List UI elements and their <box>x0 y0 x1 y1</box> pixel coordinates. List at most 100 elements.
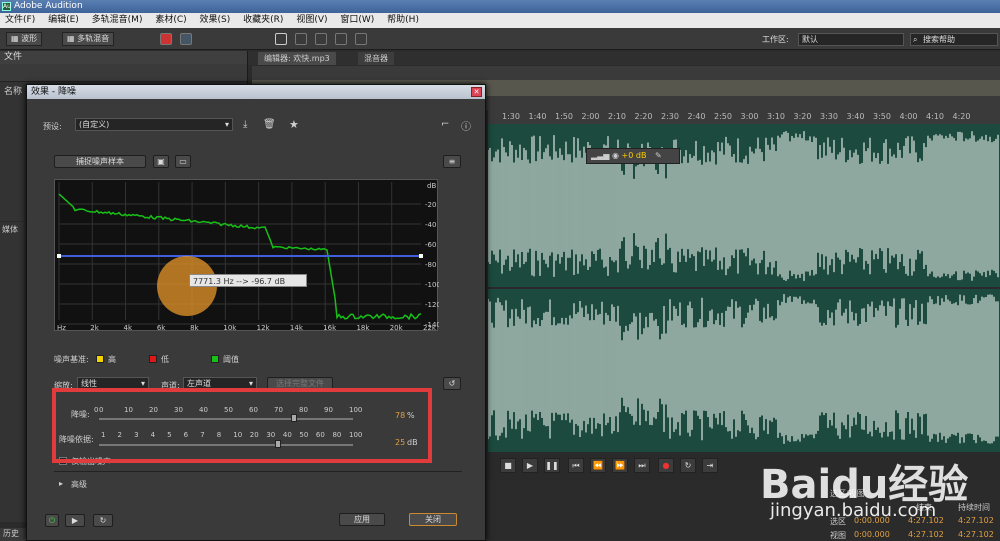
y-tick-label: -40 <box>425 221 436 229</box>
menu-multitrack[interactable]: 多轨混音(M) <box>92 15 143 25</box>
waveform-display[interactable] <box>488 124 1000 452</box>
legend-low-swatch <box>149 355 157 363</box>
power-toggle-icon[interactable]: ⏻ <box>45 514 59 527</box>
timeline-mark: 3:40 <box>846 112 865 121</box>
spot-healing-icon[interactable] <box>355 33 367 45</box>
menu-edit[interactable]: 编辑(E) <box>48 15 79 25</box>
volume-knob-icon[interactable]: ◉ <box>612 151 619 160</box>
x-tick-label: 10k <box>223 324 237 332</box>
menu-favorites[interactable]: 收藏夹(R) <box>243 15 283 25</box>
close-button[interactable]: 关闭 <box>409 513 457 526</box>
timeline-mark: 3:50 <box>873 112 891 121</box>
timeline-mark: 2:30 <box>661 112 679 121</box>
timeline-mark: 3:30 <box>820 112 838 121</box>
delete-preset-icon[interactable]: 🗑 <box>263 119 276 130</box>
row-view: 视图 <box>830 531 846 540</box>
brush-tool-icon[interactable] <box>335 33 347 45</box>
fast-forward-button[interactable]: ⏩ <box>612 458 628 473</box>
files-toolbar <box>0 64 247 82</box>
dialog-title-bar[interactable]: 效果 - 降噪 ✕ <box>27 85 485 99</box>
noise-reduction-dialog: 效果 - 降噪 ✕ 预设: (自定义) ▾ ⤓ 🗑 ★ ⌐ ⓘ 捕捉噪声样本 ▣… <box>26 84 486 541</box>
loop-button[interactable]: ↻ <box>680 458 696 473</box>
tab-editor[interactable]: 编辑器: 欢快.mp3 <box>258 52 336 65</box>
pin-icon[interactable]: ✎ <box>655 151 662 160</box>
menu-view[interactable]: 视图(V) <box>296 15 327 25</box>
timeline-mark: 3:10 <box>767 112 785 121</box>
graph-tooltip: 7771.3 Hz --> -96.7 dB <box>189 274 307 287</box>
help-search-input[interactable]: ⌕ 搜索帮助 <box>910 33 998 46</box>
rewind-button[interactable]: ⏪ <box>590 458 606 473</box>
workspace-label: 工作区: <box>762 35 789 44</box>
workspace-select[interactable]: 默认 <box>798 33 904 46</box>
save-preset-icon[interactable]: ⤓ <box>243 119 247 130</box>
x-tick-label: 20k <box>390 324 404 332</box>
close-icon[interactable]: ✕ <box>471 87 482 97</box>
expand-advanced-icon[interactable]: ▸ <box>59 479 63 488</box>
preset-select[interactable]: (自定义) ▾ <box>75 118 233 131</box>
media-panel-title: 媒体 <box>2 225 18 234</box>
play-button[interactable]: ▶ <box>522 458 538 473</box>
view-end[interactable]: 4:27.102 <box>908 530 944 539</box>
view-start[interactable]: 0:00.000 <box>854 530 890 539</box>
capture-noise-print-button[interactable]: 捕捉噪声样本 <box>54 155 146 168</box>
timeline-mark: 4:10 <box>926 112 944 121</box>
timeline-ruler[interactable]: 1:30 1:40 1:50 2:00 2:10 2:20 2:30 2:40 2:50 3:00… <box>488 110 1000 124</box>
x-tick-label: 12k <box>257 324 271 332</box>
marquee-tool-icon[interactable] <box>295 33 307 45</box>
y-tick-label: -20 <box>425 201 436 209</box>
timeline-mark: 3:20 <box>793 112 812 121</box>
highlight-annotation-box <box>52 388 432 463</box>
graph-options-icon[interactable]: ≡ <box>443 155 461 168</box>
legend-threshold-label: 阈值 <box>223 355 239 364</box>
y-tick-label: -120 <box>425 301 439 309</box>
skip-button[interactable]: ⇥ <box>702 458 718 473</box>
volume-hud[interactable]: ▂▃▅ ◉ +0 dB ✎ <box>586 148 680 164</box>
view-duration[interactable]: 4:27.102 <box>958 530 994 539</box>
panel-menu-icon[interactable]: ⌐ <box>441 119 449 130</box>
timeline-mark: 4:20 <box>952 112 971 121</box>
lasso-tool-icon[interactable] <box>315 33 327 45</box>
app-title: Adobe Audition <box>14 1 83 11</box>
pause-button[interactable]: ❚❚ <box>544 458 560 473</box>
y-tick-label: -100 <box>425 281 439 289</box>
tab-mixer[interactable]: 混音器 <box>358 52 394 65</box>
info-icon[interactable]: ⓘ <box>461 118 471 133</box>
favorite-star-icon[interactable]: ★ <box>289 118 299 131</box>
curve-control-point[interactable] <box>57 254 61 258</box>
multitrack-button[interactable]: ▦ 多轨混音 <box>62 32 115 46</box>
time-selection-tool-icon[interactable] <box>275 33 287 45</box>
curve-control-point[interactable] <box>419 254 423 258</box>
apply-button[interactable]: 应用 <box>339 513 385 526</box>
waveform-button[interactable]: ▦ 波形 <box>6 32 43 46</box>
history-tab[interactable]: 历史 <box>0 528 28 541</box>
files-panel-title: 文件 <box>0 51 247 64</box>
menu-file[interactable]: 文件(F) <box>5 15 35 25</box>
preview-loop-button[interactable]: ↻ <box>93 514 113 527</box>
preview-play-button[interactable]: ▶ <box>65 514 85 527</box>
menu-bar: 文件(F) 编辑(E) 多轨混音(M) 素材(C) 效果(S) 收藏夹(R) 视… <box>0 13 1000 28</box>
open-folder-icon[interactable]: ▭ <box>175 155 191 168</box>
menu-help[interactable]: 帮助(H) <box>387 15 419 25</box>
menu-effects[interactable]: 效果(S) <box>200 15 231 25</box>
dialog-title: 效果 - 降噪 <box>31 87 76 97</box>
noise-profile-graph[interactable]: -20 -40 -60 -80 -100 -120 -140 dB Hz 2k 4k 6k 8k 10k 1… <box>54 179 439 332</box>
save-noise-print-icon[interactable]: ▣ <box>153 155 169 168</box>
selection-duration[interactable]: 4:27.102 <box>958 516 994 525</box>
pitch-view-icon[interactable] <box>180 33 192 45</box>
timeline-mark: 1:50 <box>555 112 573 121</box>
menu-clip[interactable]: 素材(C) <box>155 15 186 25</box>
volume-value: +0 dB <box>621 151 647 160</box>
advanced-section-label[interactable]: 高级 <box>71 479 87 490</box>
go-to-end-button[interactable]: ⏭ <box>634 458 650 473</box>
record-button[interactable]: ● <box>658 458 674 473</box>
menu-window[interactable]: 窗口(W) <box>340 15 374 25</box>
stop-button[interactable]: ■ <box>500 458 516 473</box>
app-logo-icon: Au <box>2 2 11 11</box>
spectral-view-icon[interactable] <box>160 33 172 45</box>
media-browser-panel: 媒体 <box>0 222 28 522</box>
x-tick-label: 4k <box>124 324 133 332</box>
y-tick-label: -60 <box>425 241 436 249</box>
go-to-start-button[interactable]: ⏮ <box>568 458 584 473</box>
legend-high-swatch <box>96 355 104 363</box>
reset-icon[interactable]: ↺ <box>443 377 461 390</box>
